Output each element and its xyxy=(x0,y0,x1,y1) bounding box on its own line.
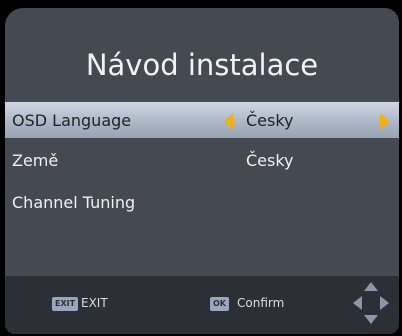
menu-item-osd-language[interactable]: OSD Language Česky xyxy=(5,102,399,138)
menu-item-value: Česky xyxy=(246,111,294,130)
exit-label[interactable]: EXIT xyxy=(81,296,108,310)
ok-key-icon: OK xyxy=(210,297,229,311)
menu-item-label: Země xyxy=(12,151,59,170)
menu-item-value: Česky xyxy=(246,151,294,170)
navigation-arrows-icon xyxy=(351,280,391,326)
menu-item-country[interactable]: Země Česky xyxy=(5,142,399,178)
tv-screen: Návod instalace OSD Language Česky Země … xyxy=(5,8,399,334)
arrow-right-icon[interactable] xyxy=(380,113,389,129)
confirm-label[interactable]: Confirm xyxy=(237,296,284,310)
page-title: Návod instalace xyxy=(85,48,319,82)
exit-key-icon: EXIT xyxy=(52,297,79,311)
footer-bar: EXIT EXIT OK Confirm xyxy=(5,276,399,334)
menu-item-label: OSD Language xyxy=(12,111,132,130)
menu-item-label: Channel Tuning xyxy=(12,193,136,212)
menu-item-channel-tuning[interactable]: Channel Tuning xyxy=(5,184,399,220)
arrow-left-icon[interactable] xyxy=(224,113,233,129)
